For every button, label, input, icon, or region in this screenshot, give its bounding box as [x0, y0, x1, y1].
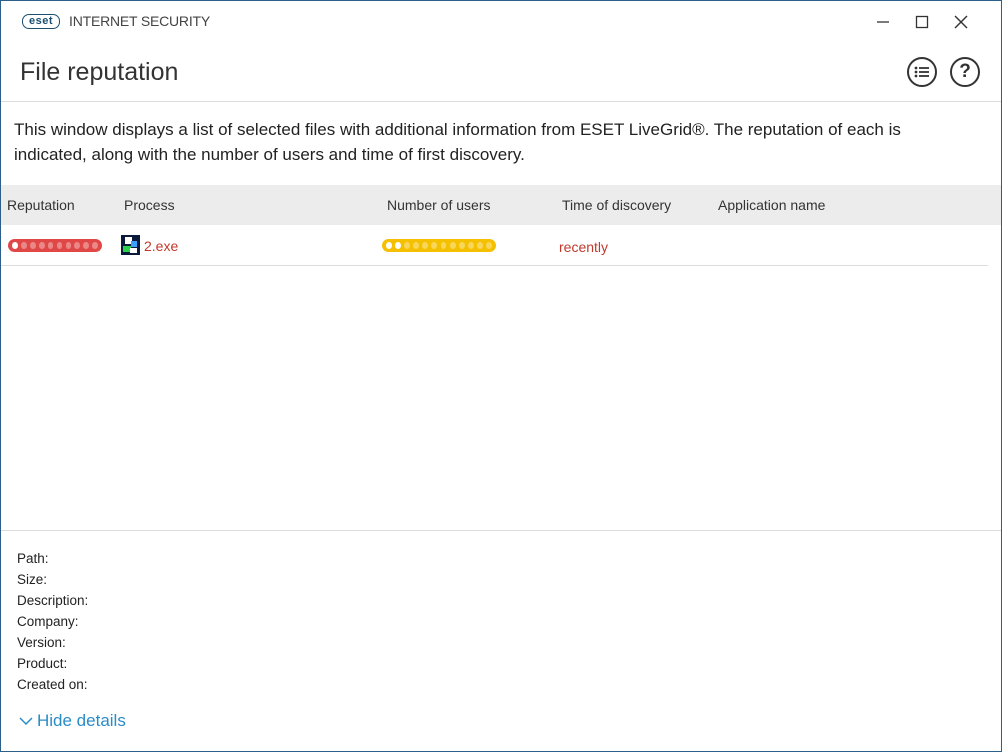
time-of-discovery: recently	[559, 239, 609, 255]
process-name: 2.exe	[144, 238, 179, 254]
detail-company: Company:	[17, 614, 79, 629]
indicator-dot	[431, 242, 438, 249]
maximize-button[interactable]	[904, 9, 940, 35]
indicator-dot	[413, 242, 420, 249]
indicator-dot	[486, 242, 492, 249]
reputation-indicator	[8, 239, 102, 252]
list-view-button[interactable]	[907, 57, 937, 87]
detail-version: Version:	[17, 635, 66, 650]
indicator-dot	[458, 242, 465, 249]
table-row[interactable]: 2.exe recently	[1, 225, 988, 266]
column-reputation[interactable]: Reputation	[7, 197, 75, 213]
indicator-dot	[74, 242, 81, 249]
title-bar: eset INTERNET SECURITY	[1, 1, 1001, 41]
indicator-dot	[467, 242, 474, 249]
indicator-dot	[395, 242, 401, 249]
column-application-name[interactable]: Application name	[718, 197, 825, 213]
product-name: INTERNET SECURITY	[69, 13, 211, 29]
indicator-dot	[92, 242, 99, 249]
indicator-dot	[449, 242, 456, 249]
help-icon: ?	[959, 61, 971, 82]
chevron-down-icon	[19, 717, 33, 726]
detail-size: Size:	[17, 572, 48, 587]
indicator-dot	[12, 242, 18, 249]
indicator-dot	[29, 242, 36, 249]
close-button[interactable]	[943, 9, 979, 35]
indicator-dot	[65, 242, 72, 249]
indicator-dot	[404, 242, 411, 249]
minimize-button[interactable]	[865, 9, 901, 35]
maximize-icon	[915, 15, 929, 29]
process-file-icon	[121, 235, 140, 255]
column-number-of-users[interactable]: Number of users	[387, 197, 490, 213]
minimize-icon	[877, 21, 889, 23]
column-process[interactable]: Process	[124, 197, 175, 213]
page-description: This window displays a list of selected …	[14, 120, 901, 164]
column-time-of-discovery[interactable]: Time of discovery	[562, 197, 671, 213]
indicator-dot	[476, 242, 483, 249]
detail-created-on: Created on:	[17, 677, 88, 692]
table-header: Reputation Process Number of users Time …	[1, 185, 1001, 225]
indicator-dot	[440, 242, 447, 249]
detail-path: Path:	[17, 551, 49, 566]
indicator-dot	[83, 242, 90, 249]
header-divider	[1, 101, 1001, 102]
hide-details-label: Hide details	[37, 711, 126, 730]
indicator-dot	[56, 242, 63, 249]
details-divider	[1, 530, 1001, 531]
indicator-dot	[386, 242, 392, 249]
detail-product: Product:	[17, 656, 68, 671]
help-button[interactable]: ?	[950, 57, 980, 87]
indicator-dot	[422, 242, 429, 249]
file-details: Path: Size: Description: Company: Versio…	[17, 548, 88, 695]
close-icon	[954, 15, 968, 29]
detail-description: Description:	[17, 593, 89, 608]
page-title: File reputation	[20, 58, 179, 86]
indicator-dot	[47, 242, 54, 249]
list-icon	[914, 66, 929, 78]
executable-icon	[121, 235, 140, 255]
number-of-users-indicator	[382, 239, 496, 252]
hide-details-link[interactable]: Hide details	[19, 711, 126, 731]
eset-logo: eset	[22, 14, 60, 29]
indicator-dot	[20, 242, 27, 249]
file-reputation-window: eset INTERNET SECURITY File reputation ?…	[0, 0, 1002, 752]
indicator-dot	[38, 242, 45, 249]
